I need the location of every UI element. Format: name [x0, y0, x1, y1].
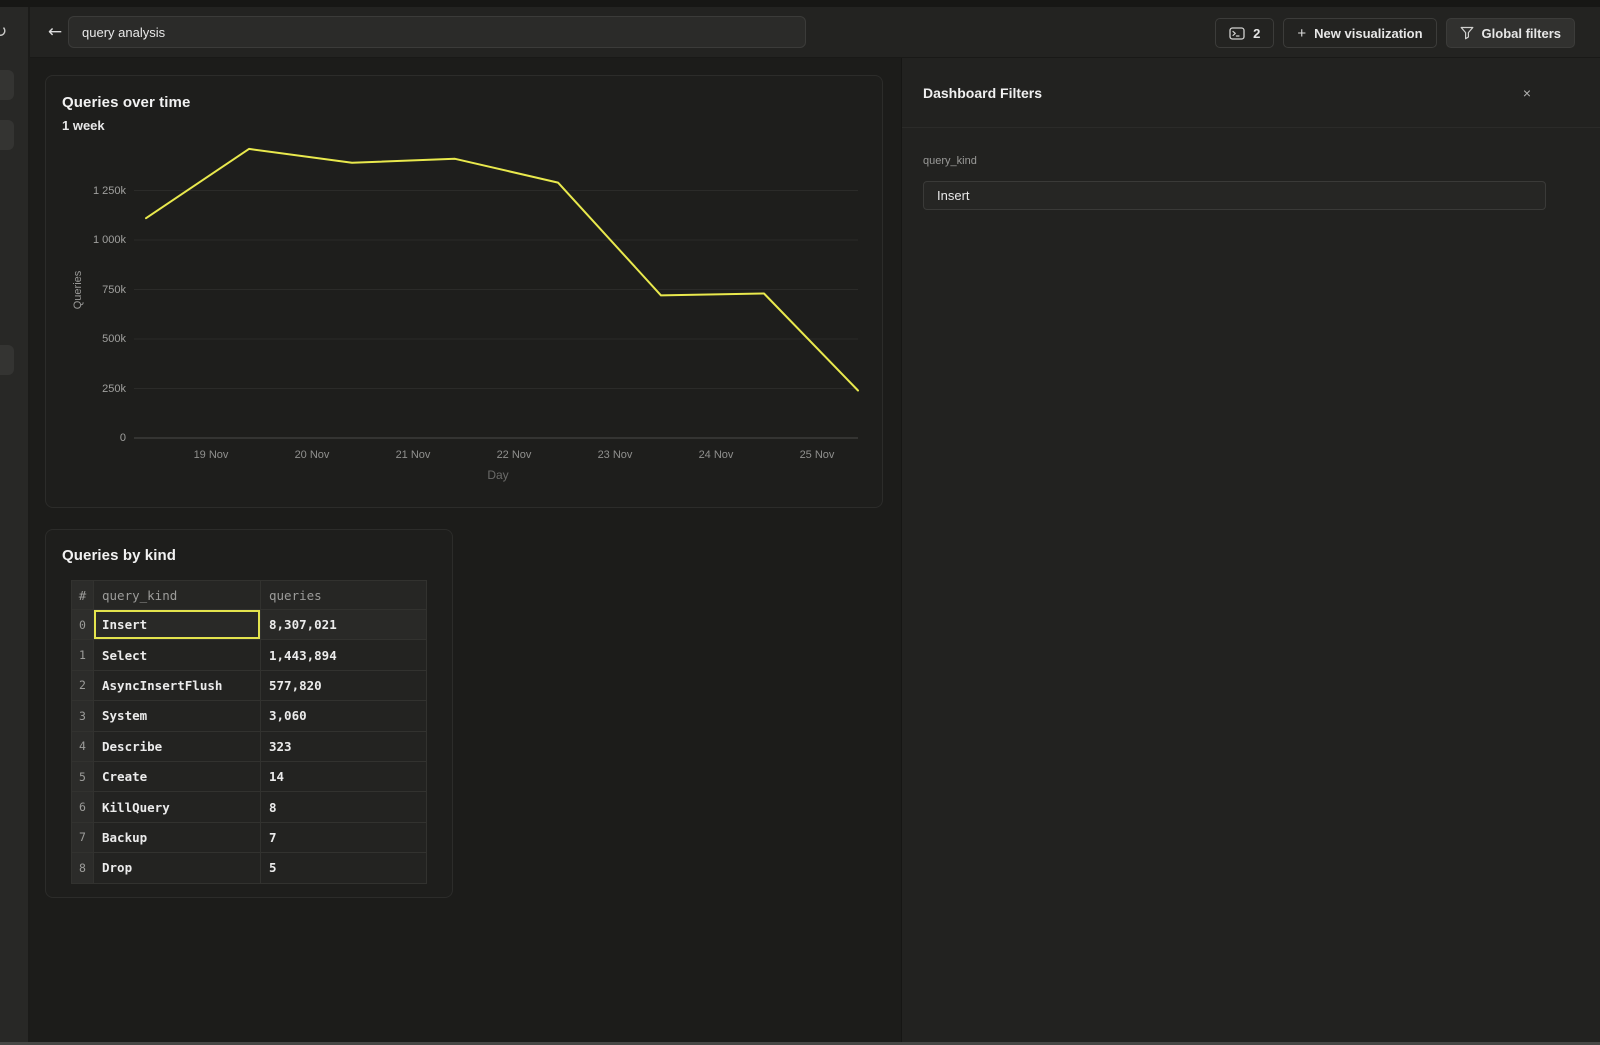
- new-visualization-button[interactable]: + New visualization: [1283, 18, 1436, 48]
- x-tick-label: 24 Nov: [676, 449, 756, 461]
- query-kind-cell[interactable]: AsyncInsertFlush: [94, 670, 261, 700]
- row-index-cell[interactable]: 6: [72, 792, 94, 822]
- y-tick-label: 1 250k: [46, 185, 126, 197]
- table-row: 5Create14: [72, 761, 427, 791]
- row-index-cell[interactable]: 1: [72, 640, 94, 670]
- funnel-icon: [1460, 26, 1474, 40]
- table-card: Queries by kind # query_kind queries 0In…: [45, 529, 453, 898]
- y-tick-label: 250k: [46, 383, 126, 395]
- row-index-cell[interactable]: 7: [72, 822, 94, 852]
- panel-header: Dashboard Filters ×: [902, 58, 1600, 128]
- queries-count-cell[interactable]: 7: [261, 822, 427, 852]
- sidebar-item-selected[interactable]: [0, 70, 14, 100]
- results-table: # query_kind queries 0Insert8,307,0211Se…: [71, 580, 427, 884]
- row-index-cell[interactable]: 8: [72, 853, 94, 883]
- queries-count-cell[interactable]: 8: [261, 792, 427, 822]
- table-row: 3System3,060: [72, 701, 427, 731]
- query-kind-cell[interactable]: Insert: [94, 610, 261, 640]
- x-tick-label: 21 Nov: [373, 449, 453, 461]
- row-index-cell[interactable]: 0: [72, 610, 94, 640]
- chart-title: Queries over time: [62, 94, 190, 111]
- table-row: 0Insert8,307,021: [72, 610, 427, 640]
- new-visualization-label: New visualization: [1314, 26, 1422, 41]
- row-index-cell[interactable]: 2: [72, 670, 94, 700]
- table-row: 8Drop5: [72, 853, 427, 883]
- query-kind-cell[interactable]: Backup: [94, 822, 261, 852]
- queries-count-cell[interactable]: 577,820: [261, 670, 427, 700]
- refresh-icon[interactable]: ↻: [0, 22, 7, 42]
- chart-svg: [134, 141, 858, 438]
- queries-count-cell[interactable]: 8,307,021: [261, 610, 427, 640]
- sql-console-button[interactable]: 2: [1215, 18, 1274, 48]
- y-tick-label: 500k: [46, 333, 126, 345]
- console-count: 2: [1253, 26, 1260, 41]
- chart-subtitle: 1 week: [62, 118, 105, 133]
- dashboard-title-input[interactable]: [68, 16, 806, 48]
- table-row: 7Backup7: [72, 822, 427, 852]
- x-tick-label: 19 Nov: [171, 449, 251, 461]
- line-chart[interactable]: 0250k500k750k1 000k1 250k 19 Nov20 Nov21…: [134, 141, 858, 438]
- close-icon: ×: [1523, 85, 1531, 101]
- x-axis-label: Day: [458, 468, 538, 482]
- table-row: 1Select1,443,894: [72, 640, 427, 670]
- row-index-cell[interactable]: 5: [72, 761, 94, 791]
- row-index-cell[interactable]: 3: [72, 701, 94, 731]
- close-panel-button[interactable]: ×: [1516, 82, 1538, 104]
- row-index-cell[interactable]: 4: [72, 731, 94, 761]
- y-tick-label: 750k: [46, 284, 126, 296]
- query-kind-cell[interactable]: System: [94, 701, 261, 731]
- window-top-strip: [0, 0, 1600, 7]
- x-tick-label: 20 Nov: [272, 449, 352, 461]
- column-header-index[interactable]: #: [72, 581, 94, 610]
- dashboard-filters-panel: Dashboard Filters × query_kind: [901, 58, 1600, 1042]
- global-filters-button[interactable]: Global filters: [1446, 18, 1575, 48]
- table-title: Queries by kind: [62, 547, 176, 564]
- chart-card: Queries over time 1 week 0250k500k750k1 …: [45, 75, 883, 508]
- query-kind-cell[interactable]: Drop: [94, 853, 261, 883]
- queries-count-cell[interactable]: 5: [261, 853, 427, 883]
- x-tick-label: 25 Nov: [777, 449, 857, 461]
- query-kind-cell[interactable]: Select: [94, 640, 261, 670]
- y-tick-label: 1 000k: [46, 234, 126, 246]
- y-axis-label: Queries: [72, 270, 84, 309]
- plus-icon: +: [1297, 25, 1306, 42]
- back-button[interactable]: ←: [40, 17, 70, 47]
- app-root: ↻ ← 2 + New visualization: [0, 0, 1600, 1045]
- queries-count-cell[interactable]: 323: [261, 731, 427, 761]
- queries-count-cell[interactable]: 1,443,894: [261, 640, 427, 670]
- y-tick-label: 0: [46, 432, 126, 444]
- global-filters-label: Global filters: [1482, 26, 1561, 41]
- filter-field-label: query_kind: [923, 155, 977, 167]
- console-icon: [1229, 27, 1245, 40]
- query-kind-cell[interactable]: KillQuery: [94, 792, 261, 822]
- table-body: 0Insert8,307,0211Select1,443,8942AsyncIn…: [72, 610, 427, 884]
- column-header-queries[interactable]: queries: [261, 581, 427, 610]
- back-arrow-icon: ←: [48, 22, 62, 42]
- filter-value-input[interactable]: [923, 181, 1546, 210]
- query-kind-cell[interactable]: Create: [94, 761, 261, 791]
- table-row: 4Describe323: [72, 731, 427, 761]
- topbar-actions: 2 + New visualization Global filters: [1215, 18, 1575, 48]
- query-kind-cell[interactable]: Describe: [94, 731, 261, 761]
- table-row: 6KillQuery8: [72, 792, 427, 822]
- top-bar: ← 2 + New visualization Global filters: [30, 7, 1600, 58]
- queries-count-cell[interactable]: 14: [261, 761, 427, 791]
- sidebar-item[interactable]: [0, 345, 14, 375]
- sidebar-item[interactable]: [0, 120, 14, 150]
- dashboard-canvas: Queries over time 1 week 0250k500k750k1 …: [30, 58, 901, 1042]
- table-header-row: # query_kind queries: [72, 581, 427, 610]
- table-row: 2AsyncInsertFlush577,820: [72, 670, 427, 700]
- column-header-query-kind[interactable]: query_kind: [94, 581, 261, 610]
- left-sidebar: ↻: [0, 7, 30, 1042]
- x-tick-label: 23 Nov: [575, 449, 655, 461]
- queries-count-cell[interactable]: 3,060: [261, 701, 427, 731]
- x-tick-label: 22 Nov: [474, 449, 554, 461]
- panel-title: Dashboard Filters: [923, 85, 1042, 101]
